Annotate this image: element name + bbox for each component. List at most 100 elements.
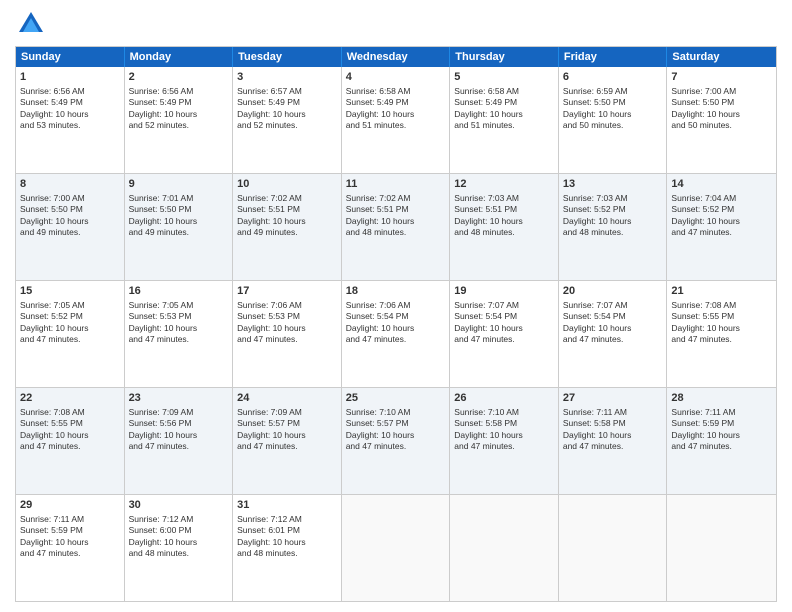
day-info-line: Daylight: 10 hours — [346, 430, 446, 441]
page: SundayMondayTuesdayWednesdayThursdayFrid… — [0, 0, 792, 612]
day-number: 17 — [237, 284, 337, 299]
cal-cell-day: 31Sunrise: 7:12 AMSunset: 6:01 PMDayligh… — [233, 495, 342, 601]
day-info-line: and 47 minutes. — [346, 441, 446, 452]
calendar: SundayMondayTuesdayWednesdayThursdayFrid… — [15, 46, 777, 602]
day-info-line: and 48 minutes. — [237, 548, 337, 559]
day-info-line: and 47 minutes. — [454, 334, 554, 345]
day-info-line: and 52 minutes. — [237, 120, 337, 131]
day-number: 8 — [20, 177, 120, 192]
day-info-line: Sunrise: 6:56 AM — [20, 86, 120, 97]
cal-cell-empty — [667, 495, 776, 601]
day-info-line: Daylight: 10 hours — [237, 109, 337, 120]
day-info-line: Daylight: 10 hours — [346, 216, 446, 227]
day-info-line: Daylight: 10 hours — [454, 323, 554, 334]
day-number: 22 — [20, 391, 120, 406]
day-info-line: Sunset: 5:49 PM — [129, 97, 229, 108]
cal-cell-day: 4Sunrise: 6:58 AMSunset: 5:49 PMDaylight… — [342, 67, 451, 173]
logo — [15, 10, 45, 38]
day-info-line: Sunset: 5:53 PM — [129, 311, 229, 322]
day-number: 26 — [454, 391, 554, 406]
cal-cell-day: 14Sunrise: 7:04 AMSunset: 5:52 PMDayligh… — [667, 174, 776, 280]
logo-text — [15, 10, 45, 38]
day-number: 30 — [129, 498, 229, 513]
day-info-line: Sunrise: 7:06 AM — [346, 300, 446, 311]
day-info-line: Daylight: 10 hours — [671, 216, 772, 227]
day-info-line: Sunrise: 7:01 AM — [129, 193, 229, 204]
cal-cell-day: 24Sunrise: 7:09 AMSunset: 5:57 PMDayligh… — [233, 388, 342, 494]
day-info-line: Daylight: 10 hours — [237, 430, 337, 441]
day-info-line: Daylight: 10 hours — [454, 109, 554, 120]
day-info-line: and 47 minutes. — [20, 334, 120, 345]
day-info-line: and 47 minutes. — [563, 334, 663, 345]
day-info-line: and 50 minutes. — [671, 120, 772, 131]
day-number: 2 — [129, 70, 229, 85]
cal-cell-day: 2Sunrise: 6:56 AMSunset: 5:49 PMDaylight… — [125, 67, 234, 173]
day-info-line: Sunrise: 7:02 AM — [237, 193, 337, 204]
day-info-line: and 47 minutes. — [20, 548, 120, 559]
day-info-line: Sunset: 5:50 PM — [563, 97, 663, 108]
cal-header-cell: Thursday — [450, 47, 559, 67]
day-info-line: Sunrise: 6:58 AM — [454, 86, 554, 97]
day-info-line: Daylight: 10 hours — [20, 430, 120, 441]
cal-cell-day: 12Sunrise: 7:03 AMSunset: 5:51 PMDayligh… — [450, 174, 559, 280]
day-number: 21 — [671, 284, 772, 299]
cal-cell-day: 7Sunrise: 7:00 AMSunset: 5:50 PMDaylight… — [667, 67, 776, 173]
day-number: 16 — [129, 284, 229, 299]
cal-cell-day: 22Sunrise: 7:08 AMSunset: 5:55 PMDayligh… — [16, 388, 125, 494]
day-info-line: Sunrise: 7:03 AM — [454, 193, 554, 204]
day-info-line: Daylight: 10 hours — [129, 216, 229, 227]
day-info-line: and 47 minutes. — [129, 441, 229, 452]
cal-row: 1Sunrise: 6:56 AMSunset: 5:49 PMDaylight… — [16, 67, 776, 173]
day-info-line: and 47 minutes. — [129, 334, 229, 345]
day-number: 1 — [20, 70, 120, 85]
day-info-line: Sunset: 5:51 PM — [454, 204, 554, 215]
cal-cell-empty — [342, 495, 451, 601]
day-number: 13 — [563, 177, 663, 192]
cal-cell-day: 13Sunrise: 7:03 AMSunset: 5:52 PMDayligh… — [559, 174, 668, 280]
day-info-line: Sunrise: 7:00 AM — [671, 86, 772, 97]
day-info-line: Sunset: 5:58 PM — [454, 418, 554, 429]
day-info-line: Daylight: 10 hours — [346, 323, 446, 334]
cal-cell-empty — [450, 495, 559, 601]
day-info-line: Sunrise: 7:06 AM — [237, 300, 337, 311]
day-info-line: Daylight: 10 hours — [129, 537, 229, 548]
logo-icon — [17, 10, 45, 38]
cal-row: 8Sunrise: 7:00 AMSunset: 5:50 PMDaylight… — [16, 173, 776, 280]
day-info-line: Sunset: 5:52 PM — [20, 311, 120, 322]
day-info-line: Sunrise: 6:57 AM — [237, 86, 337, 97]
day-info-line: Sunset: 5:52 PM — [563, 204, 663, 215]
cal-cell-day: 16Sunrise: 7:05 AMSunset: 5:53 PMDayligh… — [125, 281, 234, 387]
day-info-line: Sunrise: 6:59 AM — [563, 86, 663, 97]
day-info-line: Sunrise: 7:07 AM — [454, 300, 554, 311]
day-info-line: and 47 minutes. — [671, 334, 772, 345]
day-number: 20 — [563, 284, 663, 299]
day-info-line: Daylight: 10 hours — [671, 109, 772, 120]
day-info-line: Daylight: 10 hours — [237, 216, 337, 227]
cal-cell-day: 19Sunrise: 7:07 AMSunset: 5:54 PMDayligh… — [450, 281, 559, 387]
day-info-line: Daylight: 10 hours — [20, 537, 120, 548]
day-number: 5 — [454, 70, 554, 85]
day-info-line: Daylight: 10 hours — [671, 430, 772, 441]
day-info-line: and 47 minutes. — [563, 441, 663, 452]
cal-cell-day: 27Sunrise: 7:11 AMSunset: 5:58 PMDayligh… — [559, 388, 668, 494]
day-info-line: Daylight: 10 hours — [563, 323, 663, 334]
day-number: 23 — [129, 391, 229, 406]
cal-header-cell: Saturday — [667, 47, 776, 67]
day-number: 18 — [346, 284, 446, 299]
day-info-line: and 48 minutes. — [346, 227, 446, 238]
cal-cell-day: 3Sunrise: 6:57 AMSunset: 5:49 PMDaylight… — [233, 67, 342, 173]
day-number: 9 — [129, 177, 229, 192]
day-info-line: Sunrise: 6:56 AM — [129, 86, 229, 97]
day-info-line: and 48 minutes. — [454, 227, 554, 238]
day-number: 29 — [20, 498, 120, 513]
day-info-line: Sunrise: 7:11 AM — [20, 514, 120, 525]
day-info-line: Sunset: 5:50 PM — [20, 204, 120, 215]
day-info-line: Sunrise: 7:09 AM — [129, 407, 229, 418]
day-info-line: Sunrise: 7:12 AM — [237, 514, 337, 525]
day-number: 7 — [671, 70, 772, 85]
day-number: 14 — [671, 177, 772, 192]
day-info-line: Daylight: 10 hours — [454, 430, 554, 441]
cal-cell-day: 29Sunrise: 7:11 AMSunset: 5:59 PMDayligh… — [16, 495, 125, 601]
day-info-line: Daylight: 10 hours — [454, 216, 554, 227]
day-number: 12 — [454, 177, 554, 192]
